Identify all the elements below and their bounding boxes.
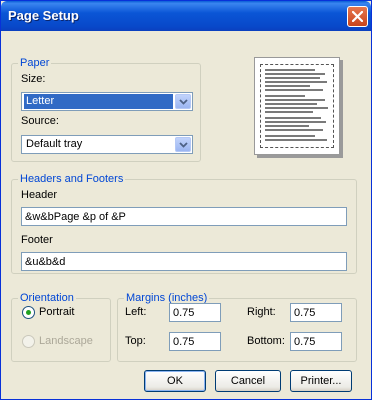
preview-line bbox=[265, 139, 327, 141]
chevron-down-icon bbox=[179, 99, 188, 105]
preview-line bbox=[265, 99, 325, 101]
preview-line bbox=[265, 129, 323, 131]
preview-line bbox=[265, 85, 310, 87]
preview-line bbox=[265, 89, 323, 91]
preview-line bbox=[265, 121, 326, 123]
ok-button[interactable]: OK bbox=[144, 370, 206, 392]
size-label: Size: bbox=[21, 73, 46, 85]
landscape-label[interactable]: Landscape bbox=[39, 335, 93, 348]
headers-footers-legend: Headers and Footers bbox=[18, 173, 126, 185]
bottom-margin-field[interactable] bbox=[290, 332, 342, 351]
footer-label: Footer bbox=[21, 234, 53, 246]
size-select[interactable]: Letter bbox=[21, 92, 193, 111]
header-input[interactable] bbox=[22, 208, 346, 225]
preview-line bbox=[265, 125, 309, 127]
top-margin-field[interactable] bbox=[169, 332, 221, 351]
source-select-value: Default tray bbox=[26, 138, 83, 150]
right-margin-label: Right: bbox=[247, 306, 276, 318]
page-setup-dialog: Page Setup Paper Size: Letter Source: De… bbox=[0, 0, 372, 400]
close-button[interactable] bbox=[347, 6, 368, 27]
landscape-radio[interactable] bbox=[22, 335, 35, 348]
bottom-margin-input[interactable] bbox=[291, 333, 341, 350]
size-dropdown-button[interactable] bbox=[175, 94, 191, 109]
portrait-label[interactable]: Portrait bbox=[39, 306, 74, 319]
header-label: Header bbox=[21, 189, 58, 201]
header-field[interactable] bbox=[21, 207, 347, 226]
right-margin-field[interactable] bbox=[290, 303, 342, 322]
printer-button[interactable]: Printer... bbox=[290, 370, 352, 392]
left-margin-label: Left: bbox=[125, 306, 147, 318]
size-select-value: Letter bbox=[24, 94, 173, 109]
footer-input[interactable] bbox=[22, 253, 346, 270]
preview-line bbox=[265, 69, 315, 71]
preview-line bbox=[265, 95, 305, 97]
chevron-down-icon bbox=[179, 142, 188, 148]
window-title: Page Setup bbox=[8, 8, 79, 23]
source-select[interactable]: Default tray bbox=[21, 135, 193, 154]
preview-line bbox=[265, 111, 313, 113]
preview-line bbox=[265, 77, 320, 79]
source-dropdown-button[interactable] bbox=[175, 137, 191, 152]
title-bar[interactable]: Page Setup bbox=[1, 1, 371, 31]
top-margin-label: Top: bbox=[125, 335, 146, 347]
cancel-button[interactable]: Cancel bbox=[215, 370, 281, 392]
left-margin-field[interactable] bbox=[169, 303, 221, 322]
source-label: Source: bbox=[21, 115, 59, 127]
preview-margin-outline bbox=[260, 64, 334, 148]
paper-legend: Paper bbox=[18, 57, 52, 69]
close-icon bbox=[352, 11, 363, 22]
top-margin-input[interactable] bbox=[170, 333, 220, 350]
orientation-legend: Orientation bbox=[18, 292, 76, 304]
preview-line bbox=[265, 107, 328, 109]
preview-line bbox=[265, 103, 317, 105]
preview-line bbox=[265, 81, 327, 83]
page-preview bbox=[254, 57, 340, 155]
preview-line bbox=[265, 135, 315, 137]
footer-field[interactable] bbox=[21, 252, 347, 271]
left-margin-input[interactable] bbox=[170, 304, 220, 321]
right-margin-input[interactable] bbox=[291, 304, 341, 321]
preview-line bbox=[265, 117, 321, 119]
bottom-margin-label: Bottom: bbox=[247, 335, 285, 347]
preview-line bbox=[265, 73, 325, 75]
portrait-radio[interactable] bbox=[22, 306, 35, 319]
